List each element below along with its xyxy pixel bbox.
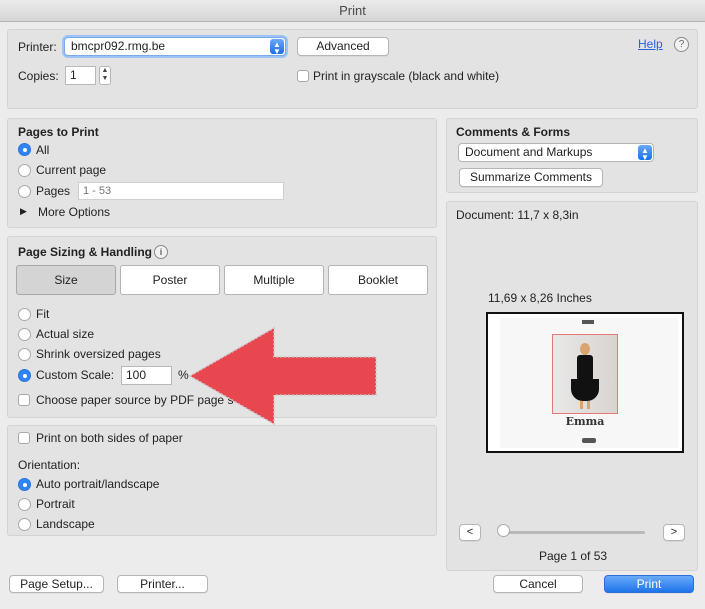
pages-current-radio[interactable] — [18, 164, 31, 177]
sizing-custom-radio[interactable] — [18, 369, 31, 382]
custom-scale-input[interactable]: 100 — [121, 366, 172, 385]
page-indicator: Page 1 of 53 — [539, 549, 608, 563]
pages-current-label: Current page — [36, 163, 107, 177]
copies-stepper[interactable]: ▲ ▼ — [99, 66, 111, 85]
tab-poster[interactable]: Poster — [120, 265, 220, 295]
page-slider-track[interactable] — [503, 531, 645, 534]
more-options-label[interactable]: More Options — [38, 205, 110, 219]
sizing-shrink-label: Shrink oversized pages — [36, 347, 161, 361]
printer-button[interactable]: Printer... — [117, 575, 208, 593]
help-link[interactable]: Help — [638, 37, 663, 51]
pages-all-radio[interactable] — [18, 143, 31, 156]
page-preview: Emma — [486, 312, 684, 453]
pages-range-input[interactable] — [78, 182, 284, 200]
prev-page-button[interactable]: < — [459, 524, 481, 541]
document-size-label: Document: 11,7 x 8,3in — [456, 208, 579, 222]
orientation-landscape-radio[interactable] — [18, 518, 31, 531]
grayscale-checkbox[interactable] — [297, 70, 309, 82]
sizing-custom-label: Custom Scale: — [36, 368, 115, 382]
dress-figure-icon — [571, 343, 599, 409]
sizing-shrink-radio[interactable] — [18, 348, 31, 361]
paper-source-checkbox[interactable] — [18, 394, 30, 406]
printer-select-value: bmcpr092.rmg.be — [71, 39, 166, 53]
orientation-auto-label: Auto portrait/landscape — [36, 477, 160, 491]
printer-select[interactable]: bmcpr092.rmg.be ▲ ▼ — [64, 37, 286, 56]
comments-forms-select[interactable]: Document and Markups ▲ ▼ — [458, 143, 654, 162]
sizing-fit-label: Fit — [36, 307, 50, 321]
orientation-auto-radio[interactable] — [18, 478, 31, 491]
info-icon[interactable]: i — [154, 245, 168, 259]
paper-size-label: 11,69 x 8,26 Inches — [488, 291, 592, 305]
orientation-landscape-label: Landscape — [36, 517, 95, 531]
grayscale-label: Print in grayscale (black and white) — [313, 69, 500, 83]
preview-page-image: Emma — [500, 318, 678, 448]
tab-multiple[interactable]: Multiple — [224, 265, 324, 295]
chevron-updown-icon: ▲ ▼ — [638, 145, 652, 162]
printer-label: Printer: — [18, 40, 57, 54]
print-button[interactable]: Print — [604, 575, 694, 593]
pages-to-print-title: Pages to Print — [18, 125, 99, 139]
sizing-actual-label: Actual size — [36, 327, 95, 341]
pages-range-label: Pages — [36, 184, 71, 198]
comments-forms-select-value: Document and Markups — [465, 145, 593, 159]
next-page-button[interactable]: > — [663, 524, 685, 541]
both-sides-checkbox[interactable] — [18, 432, 30, 444]
orientation-portrait-label: Portrait — [36, 497, 75, 511]
comments-forms-title: Comments & Forms — [456, 125, 571, 139]
summarize-comments-button[interactable]: Summarize Comments — [459, 168, 603, 187]
disclosure-triangle-icon[interactable]: ▶ — [20, 206, 27, 217]
annotation-arrow-icon — [188, 326, 377, 426]
both-sides-label: Print on both sides of paper — [36, 431, 183, 445]
pages-all-label: All — [36, 143, 50, 157]
tab-booklet[interactable]: Booklet — [328, 265, 428, 295]
sizing-actual-radio[interactable] — [18, 328, 31, 341]
copies-input[interactable]: 1 — [65, 66, 96, 85]
help-icon[interactable]: ? — [674, 37, 689, 52]
tab-size[interactable]: Size — [16, 265, 116, 295]
preview-doc-name: Emma — [565, 415, 605, 428]
page-setup-button[interactable]: Page Setup... — [9, 575, 104, 593]
chevron-updown-icon: ▲ ▼ — [270, 39, 284, 56]
page-sizing-title: Page Sizing & Handling — [18, 245, 153, 259]
sizing-fit-radio[interactable] — [18, 308, 31, 321]
page-slider-thumb[interactable] — [497, 524, 510, 537]
orientation-portrait-radio[interactable] — [18, 498, 31, 511]
orientation-label: Orientation: — [18, 458, 81, 472]
copies-label: Copies: — [18, 69, 59, 83]
pages-range-radio[interactable] — [18, 185, 31, 198]
preview-header-mark — [582, 320, 594, 324]
preview-footer-mark — [582, 438, 596, 443]
preview-photo — [552, 334, 618, 414]
cancel-button[interactable]: Cancel — [493, 575, 583, 593]
advanced-button[interactable]: Advanced — [297, 37, 389, 56]
window-title: Print — [0, 0, 705, 22]
